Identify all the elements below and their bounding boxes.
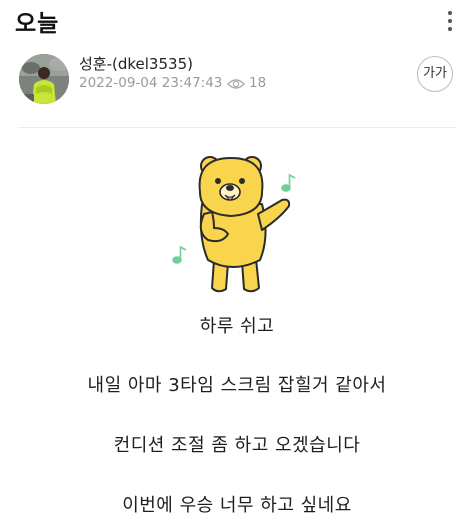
music-note-icon bbox=[172, 245, 187, 264]
font-size-button[interactable]: 가가 bbox=[417, 56, 453, 92]
dancing-bear-sticker bbox=[168, 148, 308, 298]
music-note-icon bbox=[281, 173, 296, 192]
post-datetime: 2022-09-04 23:47:43 bbox=[79, 75, 223, 91]
top-bar: 오늘 bbox=[0, 0, 474, 42]
page-title: 오늘 bbox=[15, 11, 60, 37]
more-options-button[interactable] bbox=[440, 8, 460, 34]
avatar[interactable] bbox=[19, 54, 69, 104]
eye-icon bbox=[227, 79, 245, 89]
view-count: 18 bbox=[249, 75, 267, 91]
content-line: 컨디션 조절 좀 하고 오겠습니다 bbox=[113, 435, 361, 456]
post-meta: 성훈-(dkel3535) 2022-09-04 23:47:43 18 가가 bbox=[0, 50, 474, 110]
divider bbox=[18, 127, 456, 128]
content-line: 하루 쉬고 bbox=[199, 316, 275, 337]
content-line: 내일 아마 3타임 스크림 잡힐거 같아서 bbox=[87, 375, 387, 396]
avatar-photo bbox=[19, 54, 69, 104]
bear-sticker-image bbox=[172, 156, 296, 293]
more-vertical-icon bbox=[448, 11, 452, 31]
author-name[interactable]: 성훈-(dkel3535) bbox=[79, 53, 193, 74]
content-line: 이번에 우승 너무 하고 싶네요 bbox=[122, 495, 352, 516]
